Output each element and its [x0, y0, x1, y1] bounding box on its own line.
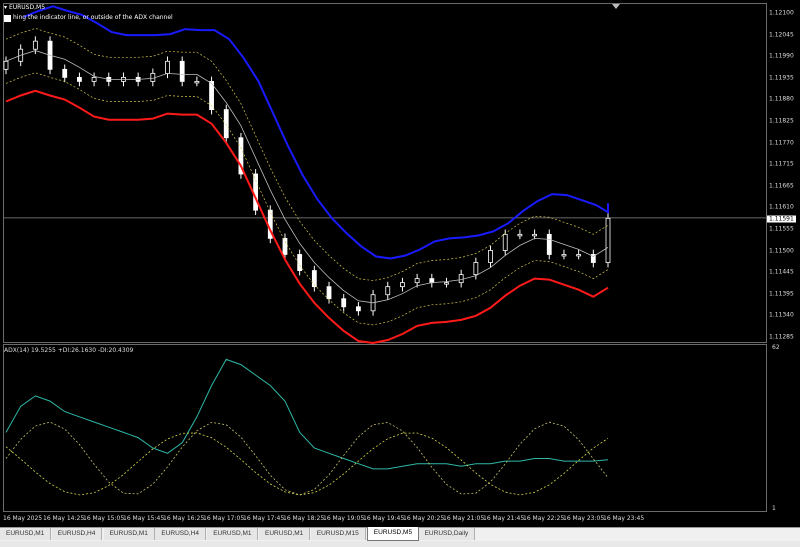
time-tick-label: 16 May 23:45	[603, 515, 645, 522]
price-tick-label: 1.11445	[769, 268, 794, 276]
candle-body	[532, 233, 537, 237]
price-tick-label: 1.11825	[769, 117, 794, 125]
tab-eurusd-m1[interactable]: EURUSD,M1	[207, 528, 259, 540]
lower-band	[5, 89, 609, 345]
time-tick-label: 16 May 21:05	[443, 515, 485, 522]
adx-axis-top: 62	[772, 344, 780, 351]
candle-body	[326, 286, 332, 300]
tab-eurusd-m1[interactable]: EURUSD,M1	[0, 528, 52, 540]
candle-body	[91, 76, 97, 82]
tab-eurusd-daily[interactable]: EURUSD,Daily	[418, 528, 476, 540]
upper-envelope	[5, 28, 609, 281]
time-tick-label: 16 May 19:05	[323, 515, 365, 522]
candle-body	[355, 306, 361, 312]
candle-body	[576, 254, 582, 257]
tab-eurusd-h4[interactable]: EURUSD,H4	[51, 528, 103, 540]
candle-body	[341, 298, 347, 308]
mt4-chart-window: ▾ EURUSD,M5 hing the indicator line, or …	[0, 0, 800, 547]
time-tick-label: 16 May 16:25	[163, 515, 205, 522]
time-tick-label: 16 May 17:45	[243, 515, 285, 522]
time-tick-label: 16 May 14:25	[43, 515, 85, 522]
adx-axis-bottom: 1	[772, 505, 776, 512]
candle-body	[179, 60, 185, 82]
symbol-label: ▾ EURUSD,M5	[4, 4, 46, 11]
candle-body	[385, 286, 391, 296]
adx-label: ADX(14) 19.5255 +DI:26.1630 -DI:20.4309	[4, 347, 134, 354]
candle-body	[546, 233, 552, 255]
price-tick-label: 1.11770	[769, 139, 794, 147]
status-bar	[0, 541, 800, 547]
time-tick-label: 16 May 17:05	[203, 515, 245, 522]
candle-body	[194, 81, 200, 84]
price-tick-label: 1.11500	[769, 247, 794, 255]
candle-body	[32, 40, 38, 50]
time-tick-label: 16 May 2025	[3, 515, 43, 522]
candle-body	[429, 278, 435, 284]
candle-body	[282, 237, 288, 255]
time-tick-label: 16 May 19:45	[363, 515, 405, 522]
time-tick-label: 16 May 15:05	[83, 515, 125, 522]
time-axis: 16 May 2025 16 May 14:25 16 May 15:05 16 Ma…	[0, 512, 770, 526]
candle-body	[473, 262, 479, 275]
price-tick-label: 1.11340	[769, 311, 794, 319]
time-tick-label: 16 May 15:45	[123, 515, 165, 522]
candle-body	[561, 254, 567, 257]
price-tick-label: 1.11610	[769, 203, 794, 211]
price-tick-label: 1.11935	[769, 74, 794, 82]
price-tick-label: 1.11665	[769, 182, 794, 190]
candle-body	[3, 60, 9, 70]
minus-di-line	[5, 432, 609, 496]
candle-body	[517, 233, 523, 237]
candle-body	[223, 109, 229, 139]
candle-body	[488, 250, 493, 263]
price-tick-label: 1.11395	[769, 290, 794, 298]
candle-body	[253, 173, 259, 211]
candle-body	[458, 274, 464, 284]
tab-eurusd-m5[interactable]: EURUSD,M5	[366, 527, 420, 541]
candle-body	[605, 217, 611, 263]
candle-body	[77, 76, 82, 82]
triangle-down-icon: ▾	[4, 4, 8, 11]
hint-swatch	[4, 15, 11, 22]
candle-body	[150, 72, 156, 82]
price-axis: 1.12100 1.12045 1.11990 1.11935 1.11880 1.118…	[767, 3, 800, 343]
time-tick-label: 16 May 22:25	[523, 515, 565, 522]
adx-line	[5, 358, 609, 470]
tab-eurusd-m1[interactable]: EURUSD,M1	[103, 528, 155, 540]
indicator-hint-text: hing the indicator line, or outside of t…	[13, 14, 173, 21]
tab-eurusd-m1[interactable]: EURUSD,M1	[259, 528, 311, 540]
price-tick-label: 1.11990	[769, 52, 794, 60]
price-tick-label: 1.11285	[769, 333, 794, 341]
upper-band	[23, 5, 609, 260]
time-tick-label: 16 May 21:45	[483, 515, 525, 522]
tab-eurusd-m15[interactable]: EURUSD,M15	[310, 528, 366, 540]
price-tick-label: 1.12100	[769, 9, 794, 17]
chart-drawing	[3, 5, 766, 496]
current-price-badge: 1.11591	[767, 215, 796, 223]
time-tick-label: 16 May 23:05	[563, 515, 605, 522]
middle-line	[5, 50, 609, 304]
price-tick-label: 1.11555	[769, 225, 794, 233]
candle-body	[414, 278, 420, 284]
candle-body	[165, 60, 170, 74]
plus-di-line	[5, 421, 609, 496]
candle-body	[502, 233, 508, 251]
price-tick-label: 1.11715	[769, 160, 794, 168]
price-tick-label: 1.12045	[769, 31, 794, 39]
chart-tabs: EURUSD,M1 EURUSD,H4 EURUSD,M1 EURUSD,H4 EURU…	[0, 527, 800, 541]
tab-eurusd-h4[interactable]: EURUSD,H4	[155, 528, 206, 540]
chevron-down-icon[interactable]	[612, 4, 620, 9]
candle-body	[62, 68, 68, 78]
time-tick-label: 16 May 20:25	[403, 515, 445, 522]
candle-body	[400, 282, 405, 288]
price-tick-label: 1.11880	[769, 95, 794, 103]
time-tick-label: 16 May 18:25	[283, 515, 325, 522]
candle-body	[444, 282, 449, 285]
